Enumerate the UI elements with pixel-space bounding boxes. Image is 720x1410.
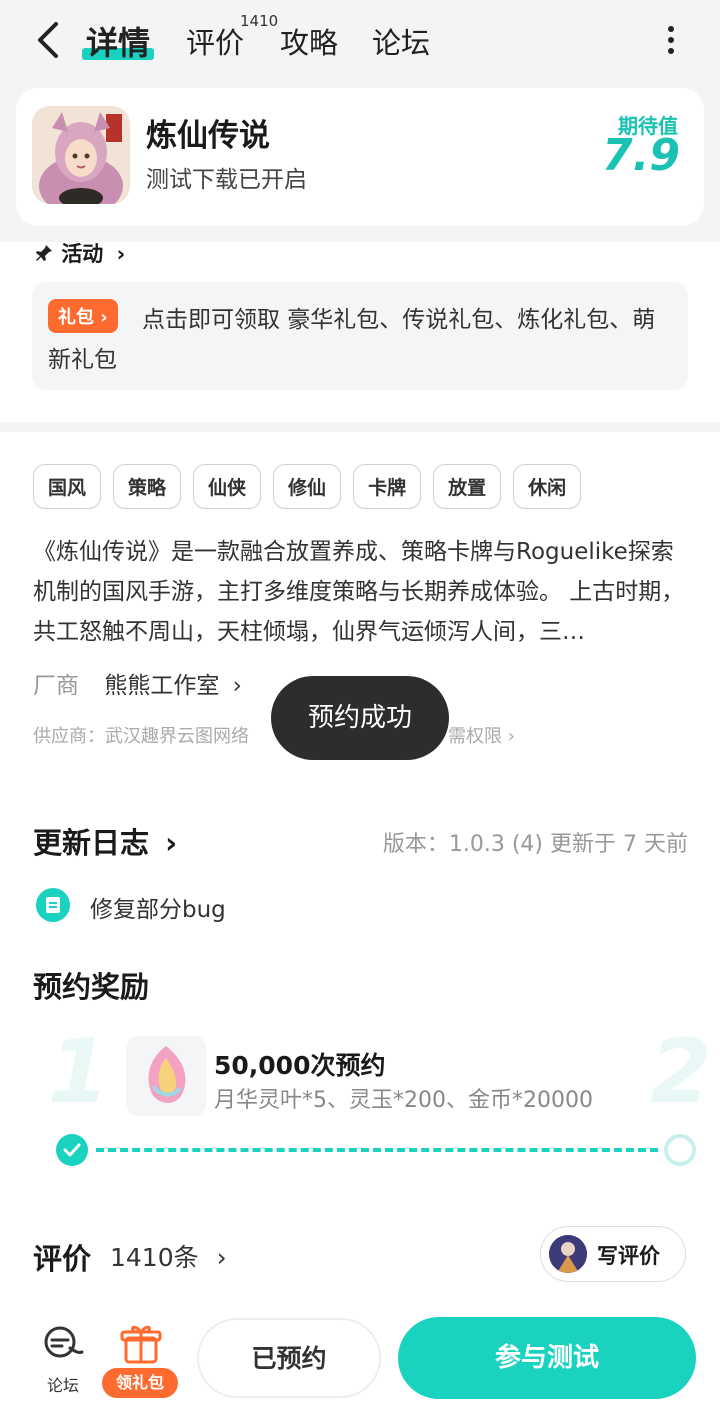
reviews-count-link[interactable]: 1410条 ›: [110, 1238, 227, 1274]
tag-item[interactable]: 修仙: [273, 464, 342, 509]
permissions-link[interactable]: 需权限 ›: [448, 722, 515, 748]
tag-list: 国风 策略 仙侠 修仙 卡牌 放置 休闲: [33, 464, 582, 509]
chat-bubble-icon: [44, 1326, 84, 1358]
version-info: 版本：1.0.3 (4) 更新于 7 天前: [382, 832, 688, 857]
write-review-button[interactable]: 写评价: [540, 1226, 686, 1282]
chevron-right-icon: ›: [165, 826, 178, 860]
back-arrow-icon[interactable]: [34, 20, 66, 60]
expect-value: 7.9: [602, 130, 680, 181]
tab-details[interactable]: 详情: [86, 18, 150, 64]
chevron-right-icon: ›: [232, 673, 242, 699]
supplier-info: 供应商：武汉趣界云图网络: [33, 726, 249, 747]
claim-gift-label: 领礼包: [102, 1368, 178, 1398]
activity-header[interactable]: 活动 ›: [34, 238, 125, 268]
vendor-row[interactable]: 厂商 熊熊工作室 ›: [33, 666, 242, 700]
game-icon: [32, 106, 130, 204]
tag-item[interactable]: 卡牌: [353, 464, 422, 509]
checkmark-icon: [56, 1134, 88, 1166]
game-title: 炼仙传说: [146, 118, 270, 154]
gift-tag-label: 礼包: [58, 307, 94, 328]
chevron-right-icon: ›: [116, 242, 126, 266]
join-test-button[interactable]: 参与测试: [398, 1317, 696, 1399]
tag-item[interactable]: 休闲: [513, 464, 582, 509]
reserved-button[interactable]: 已预约: [197, 1318, 381, 1398]
claim-gift-button[interactable]: 领礼包: [102, 1322, 178, 1400]
reviews-title[interactable]: 评价: [33, 1236, 91, 1278]
top-header: 详情 评价 1410 攻略 论坛 炼仙传说 测试下载已开启 期待值 7.9: [0, 0, 720, 242]
gift-pack-banner[interactable]: 点击即可领取 豪华礼包、传说礼包、炼化礼包、萌新礼包 礼包 ›: [32, 282, 688, 390]
chevron-right-icon: ›: [216, 1243, 227, 1272]
game-subtitle: 测试下载已开启: [146, 167, 307, 193]
milestone-number-2: 2: [650, 1020, 712, 1123]
log-icon: [36, 888, 70, 922]
tab-reviews[interactable]: 评价: [186, 20, 244, 62]
reward-item-icon: [126, 1036, 206, 1116]
vendor-label: 厂商: [33, 673, 79, 699]
permissions-label: 需权限: [448, 726, 502, 747]
milestone-number-1: 1: [48, 1020, 110, 1123]
tag-item[interactable]: 仙侠: [193, 464, 262, 509]
more-options-icon[interactable]: [668, 26, 676, 56]
section-divider: [0, 422, 720, 432]
tab-guides[interactable]: 攻略: [280, 20, 338, 62]
game-info-card: 炼仙传说 测试下载已开启 期待值 7.9: [16, 88, 704, 226]
milestone-pending-dot: [664, 1134, 696, 1166]
review-count-badge: 1410: [240, 12, 279, 30]
milestone-rewards: 月华灵叶*5、灵玉*200、金币*20000: [214, 1088, 593, 1113]
chevron-right-icon: ›: [507, 726, 515, 747]
tag-item[interactable]: 放置: [433, 464, 502, 509]
top-nav: 详情 评价 1410 攻略 论坛: [0, 0, 720, 82]
forum-label: 论坛: [46, 1376, 79, 1395]
update-log-header[interactable]: 更新日志 ›: [33, 820, 177, 862]
gift-text: 点击即可领取 豪华礼包、传说礼包、炼化礼包、萌新礼包: [48, 307, 656, 373]
pin-icon: [36, 245, 52, 261]
chevron-right-icon: ›: [100, 307, 108, 328]
forum-button[interactable]: 论坛: [40, 1322, 86, 1398]
tag-item[interactable]: 策略: [113, 464, 182, 509]
toast-message: 预约成功: [271, 676, 449, 760]
tab-forum[interactable]: 论坛: [372, 20, 430, 62]
game-description[interactable]: 《炼仙传说》是一款融合放置养成、策略卡牌与Roguelike探索机制的国风手游，…: [33, 532, 688, 652]
avatar: [549, 1235, 587, 1273]
activity-label: 活动: [61, 242, 104, 266]
gift-tag[interactable]: 礼包 ›: [48, 299, 118, 333]
gift-icon: [120, 1325, 162, 1364]
reviews-count: 1410条: [110, 1243, 199, 1272]
milestone-progress-line: [96, 1148, 658, 1152]
rewards-title: 预约奖励: [33, 970, 150, 1004]
log-entry: 修复部分bug: [90, 897, 226, 923]
vendor-name: 熊熊工作室: [104, 673, 220, 699]
write-review-label: 写评价: [597, 1244, 660, 1268]
update-log-title: 更新日志: [33, 826, 150, 860]
tag-item[interactable]: 国风: [33, 464, 102, 509]
milestone-title: 50,000次预约: [214, 1051, 386, 1080]
